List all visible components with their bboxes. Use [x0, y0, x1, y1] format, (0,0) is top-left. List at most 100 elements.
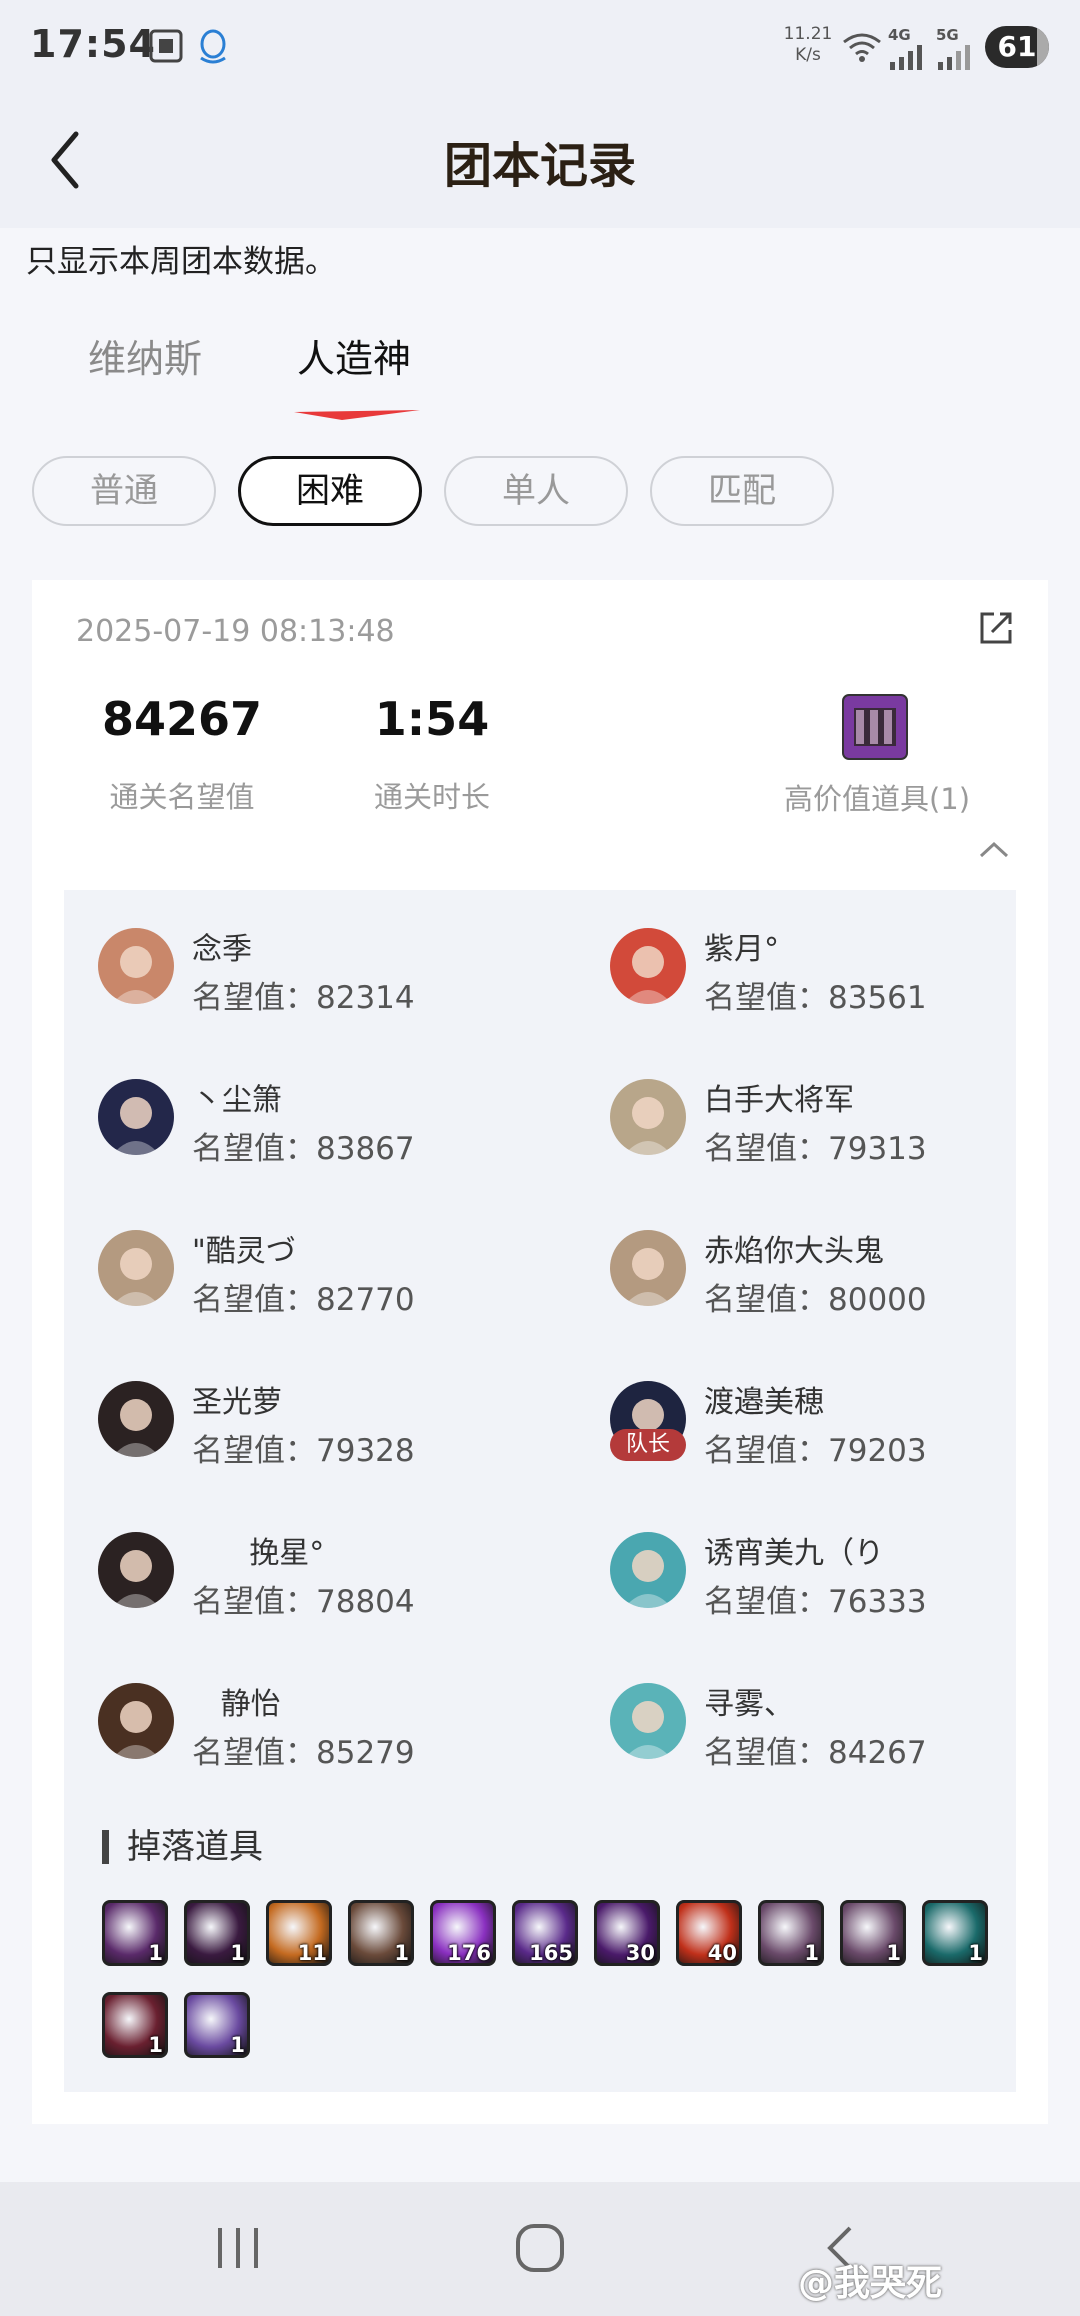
signal-4g-icon: 4G	[888, 26, 928, 74]
leader-badge: 队长	[610, 1429, 686, 1461]
drop-item-quantity: 1	[148, 1941, 163, 1965]
clear-time-label: 通关时长	[373, 780, 490, 814]
drop-item[interactable]: 176	[430, 1900, 496, 1966]
players-panel: 念季 名望值：82314 紫月° 名望值：83561 丶尘箫名望值：83867 白手大将军…	[64, 890, 1016, 2092]
player-entry[interactable]: 丶尘箫名望值：83867	[98, 1079, 558, 1199]
drop-item[interactable]: 1	[184, 1992, 250, 2058]
chevron-up-icon	[979, 841, 1009, 858]
player-fame: 名望值：79203	[704, 1433, 927, 1469]
chip-normal[interactable]: 普通	[32, 456, 216, 526]
drop-item[interactable]: 1	[102, 1900, 168, 1966]
player-avatar[interactable]	[610, 1079, 686, 1155]
chip-match[interactable]: 匹配	[650, 456, 834, 526]
record-card: 2025-07-19 08:13:48 84267 通关名望值 1:54 通关时…	[32, 580, 1048, 2124]
player-name: 白手大将军	[704, 1083, 854, 1118]
drop-item-quantity: 1	[886, 1941, 901, 1965]
player-avatar[interactable]	[98, 1532, 174, 1608]
player-fame: 名望值：83867	[192, 1131, 415, 1167]
drop-item-quantity: 1	[804, 1941, 819, 1965]
signal-4g-label: 4G	[888, 26, 911, 44]
drop-item[interactable]: 1	[758, 1900, 824, 1966]
player-avatar[interactable]	[98, 1683, 174, 1759]
player-entry[interactable]: 挽星° 名望值：78804	[98, 1532, 558, 1652]
player-entry[interactable]: 诱宵美九（り名望值：76333	[610, 1532, 1070, 1652]
recents-button[interactable]	[214, 2222, 262, 2276]
signal-5g-icon: 5G	[936, 26, 976, 74]
tab-venus[interactable]: 维纳斯	[88, 328, 202, 383]
net-speed-unit: K/s	[795, 45, 821, 65]
status-time: 17:54	[30, 22, 156, 66]
drops-title: 掉落道具	[102, 1830, 263, 1864]
player-avatar[interactable]	[610, 1683, 686, 1759]
clear-time-value: 1:54	[374, 692, 490, 746]
player-name: 诱宵美九（り	[704, 1536, 884, 1571]
clear-fame-value: 84267	[101, 692, 263, 746]
drop-item[interactable]: 1	[348, 1900, 414, 1966]
player-avatar[interactable]	[98, 1381, 174, 1457]
chip-solo[interactable]: 单人	[444, 456, 628, 526]
treasure-chest-icon[interactable]	[842, 694, 908, 760]
watermark: @我哭死	[798, 2263, 943, 2304]
page-header: 团本记录	[0, 96, 1080, 228]
share-button[interactable]	[976, 608, 1016, 648]
drop-item[interactable]: 1	[184, 1900, 250, 1966]
player-entry[interactable]: 白手大将军 名望值：79313	[610, 1079, 1070, 1199]
drop-item-quantity: 1	[230, 1941, 245, 1965]
home-button[interactable]	[514, 2222, 566, 2278]
player-name: 念季	[192, 932, 252, 967]
wifi-icon	[840, 30, 884, 68]
drop-item[interactable]: 11	[266, 1900, 332, 1966]
home-icon	[516, 2224, 564, 2272]
player-fame: 名望值：82770	[192, 1282, 415, 1318]
player-name: 寻雾、	[704, 1687, 794, 1722]
drop-item-quantity: 40	[707, 1941, 737, 1965]
player-fame: 名望值：85279	[192, 1735, 415, 1771]
player-entry[interactable]: 寻雾、名望值：84267	[610, 1683, 1070, 1803]
drop-item-quantity: 165	[529, 1941, 573, 1965]
player-fame: 名望值：78804	[192, 1584, 415, 1620]
player-entry[interactable]: 赤焰你大头鬼 名望值：80000	[610, 1230, 1070, 1350]
player-entry[interactable]: 念季 名望值：82314	[98, 928, 558, 1048]
drop-item-quantity: 1	[230, 2033, 245, 2057]
player-entry[interactable]: "酷灵づ 名望值：82770	[98, 1230, 558, 1350]
player-name: 紫月°	[704, 932, 779, 967]
player-fame: 名望值：84267	[704, 1735, 927, 1771]
player-entry[interactable]: 紫月° 名望值：83561	[610, 928, 1070, 1048]
player-fame: 名望值：80000	[704, 1282, 927, 1318]
player-avatar[interactable]	[98, 1079, 174, 1155]
chip-hard[interactable]: 困难	[238, 456, 422, 526]
player-fame: 名望值：83561	[704, 980, 927, 1016]
recents-icon	[218, 2228, 258, 2268]
player-entry[interactable]: 静怡名望值：85279	[98, 1683, 558, 1803]
player-fame: 名望值：76333	[704, 1584, 927, 1620]
drop-item-quantity: 30	[625, 1941, 655, 1965]
net-speed-value: 11.21	[783, 24, 833, 44]
tab-artificial-god[interactable]: 人造神	[297, 328, 411, 383]
system-nav-bar: @我哭死	[0, 2182, 1080, 2316]
player-avatar[interactable]	[98, 1230, 174, 1306]
player-name: 丶尘箫	[192, 1083, 282, 1118]
player-avatar[interactable]	[610, 1230, 686, 1306]
drop-item[interactable]: 1	[840, 1900, 906, 1966]
player-avatar[interactable]	[610, 1532, 686, 1608]
drop-item[interactable]: 1	[922, 1900, 988, 1966]
drop-item[interactable]: 165	[512, 1900, 578, 1966]
drop-item[interactable]: 1	[102, 1992, 168, 2058]
player-avatar[interactable]	[610, 928, 686, 1004]
drop-item-quantity: 1	[968, 1941, 983, 1965]
player-name: 静怡	[192, 1687, 281, 1722]
drop-item[interactable]: 40	[676, 1900, 742, 1966]
drop-item-quantity: 1	[148, 2033, 163, 2057]
notice-text: 只显示本周团本数据。	[26, 244, 336, 280]
drop-item[interactable]: 30	[594, 1900, 660, 1966]
player-name: 渡邉美穂	[704, 1385, 824, 1420]
player-name: 圣光萝	[192, 1385, 282, 1420]
raid-tabs: 维纳斯 人造神	[0, 328, 1080, 448]
player-entry[interactable]: 圣光萝 名望值：79328	[98, 1381, 558, 1501]
player-entry[interactable]: 队长 渡邉美穂名望值：79203	[610, 1381, 1070, 1501]
collapse-button[interactable]	[978, 838, 1010, 862]
screenshot-icon	[148, 28, 184, 68]
page-title: 团本记录	[443, 138, 636, 194]
status-bar: 17:54 11.21 K/s 4G 5G 61	[0, 0, 1080, 96]
player-avatar[interactable]	[98, 928, 174, 1004]
